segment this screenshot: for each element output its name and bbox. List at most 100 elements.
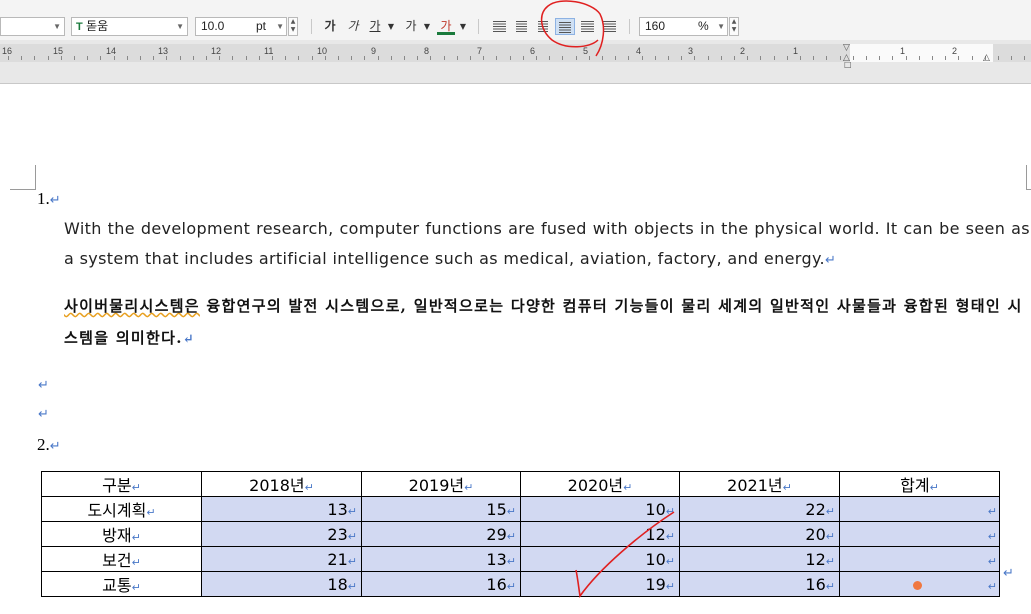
ruler-tick	[998, 56, 999, 60]
right-indent-marker[interactable]: △	[983, 53, 990, 63]
ruler-tick	[391, 56, 392, 60]
empty-paragraph[interactable]: ↵	[38, 378, 49, 393]
first-line-indent-marker[interactable]: ▽	[843, 43, 850, 53]
table-header-cell[interactable]: 2021년↵	[679, 471, 840, 497]
spellcheck-underlined-word[interactable]: 사이버물리시스템은	[64, 297, 200, 315]
ruler-number: 2	[740, 46, 746, 56]
ruler-tick	[140, 56, 141, 60]
ruler-number: 7	[477, 46, 483, 56]
table-header-cell[interactable]: 2018년↵	[201, 471, 362, 497]
row-label-cell[interactable]: 교통↵	[41, 571, 202, 597]
value-cell[interactable]: 10↵	[520, 496, 680, 522]
row-label-cell[interactable]: 방재↵	[41, 521, 202, 547]
zoom-input[interactable]: 160 % ▼	[639, 17, 728, 36]
row-label-cell[interactable]: 보건↵	[41, 546, 202, 572]
value-cell[interactable]: 15↵	[361, 496, 521, 522]
header-text: 구분	[102, 476, 132, 495]
cell-mark: ↵	[506, 529, 516, 543]
chevron-down-icon: ▼	[53, 22, 61, 31]
align-right-icon	[559, 22, 571, 33]
ruler-tick	[34, 56, 35, 60]
chevron-down-icon[interactable]: ▼	[421, 18, 433, 35]
ruler-tick	[589, 56, 590, 60]
total-cell[interactable]: ↵	[839, 521, 1000, 547]
cell-mark: ↵	[131, 581, 141, 594]
empty-paragraph[interactable]: ↵	[38, 407, 49, 422]
value-cell[interactable]: 22↵	[679, 496, 840, 522]
table-header-cell[interactable]: 2020년↵	[520, 471, 680, 497]
distribute-button[interactable]	[577, 18, 597, 35]
align-center-button[interactable]	[533, 18, 553, 35]
align-left-button[interactable]	[511, 18, 531, 35]
table-header-cell[interactable]: 합계↵	[839, 471, 1000, 497]
horizontal-ruler[interactable]: 16 15 14 13 12 11 10 9 8 7 6 5 4 3 2 1 1 2 ▽ △ □ △	[0, 40, 1031, 84]
bold-button[interactable]: 가	[321, 18, 339, 35]
value-cell[interactable]: 20↵	[679, 521, 840, 547]
value-cell[interactable]: 13↵	[361, 546, 521, 572]
value-cell[interactable]: 29↵	[361, 521, 521, 547]
style-select[interactable]: ▼	[0, 17, 65, 36]
font-color-button[interactable]: 가	[437, 18, 455, 35]
ruler-number: 10	[317, 46, 328, 56]
row-label: 도시계획	[87, 501, 147, 520]
ruler-tick	[800, 56, 801, 60]
align-justify-button[interactable]	[489, 18, 509, 35]
value-cell[interactable]: 12↵	[679, 546, 840, 572]
zoom-stepper[interactable]: ▲ ▼	[729, 17, 739, 36]
value-cell[interactable]: 18↵	[201, 571, 362, 597]
value-cell[interactable]: 16↵	[361, 571, 521, 597]
total-cell[interactable]: ↵	[839, 546, 1000, 572]
ruler-tick	[457, 56, 458, 60]
indent-square-marker[interactable]: □	[844, 60, 852, 69]
ruler-tick	[298, 56, 299, 60]
value-cell[interactable]: 23↵	[201, 521, 362, 547]
ruler-number: 3	[688, 46, 694, 56]
ruler-tick	[430, 56, 431, 60]
cell-value: 10	[645, 499, 666, 519]
chevron-down-icon[interactable]: ▼	[457, 18, 469, 35]
list-number-text: 2.	[37, 435, 50, 454]
value-cell[interactable]: 21↵	[201, 546, 362, 572]
cell-mark: ↵	[131, 481, 141, 494]
total-cell[interactable]: ↵	[839, 496, 1000, 522]
italic-button[interactable]: 가	[344, 18, 362, 35]
chevron-down-icon: ▼	[176, 22, 184, 31]
korean-paragraph[interactable]: 사이버물리시스템은 융합연구의 발전 시스템으로, 일반적으로는 다양한 컴퓨터…	[64, 290, 1030, 356]
ruler-number: 15	[53, 46, 64, 56]
value-cell[interactable]: 12↵	[520, 521, 680, 547]
ruler-tick	[259, 56, 260, 60]
data-table[interactable]: 구분↵ 2018년↵ 2019년↵ 2020년↵ 2021년↵ 합계↵ 도시계획…	[41, 471, 1000, 597]
table-row: 보건↵ 21↵ 13↵ 10↵ 12↵ ↵	[41, 546, 1000, 572]
table-header-cell[interactable]: 2019년↵	[361, 471, 521, 497]
cell-mark: ↵	[825, 504, 835, 518]
value-cell[interactable]: 10↵	[520, 546, 680, 572]
ruler-tick	[760, 56, 761, 60]
ruler-tick	[1024, 56, 1025, 60]
underline-button[interactable]: 가	[366, 18, 384, 35]
align-right-button[interactable]	[555, 18, 575, 35]
ruler-tick	[958, 56, 959, 60]
row-label-cell[interactable]: 도시계획↵	[41, 496, 202, 522]
ruler-tick	[972, 56, 973, 60]
font-name-select[interactable]: T 돋움 ▼	[71, 17, 188, 36]
ruler-tick	[866, 56, 867, 60]
ruler-number: 16	[2, 46, 13, 56]
value-cell[interactable]: 19↵	[520, 571, 680, 597]
distribute-icon	[580, 21, 594, 32]
ruler-tick	[338, 56, 339, 60]
strikethrough-button[interactable]: 가	[402, 18, 420, 35]
chevron-down-icon[interactable]: ▼	[385, 18, 397, 35]
value-cell[interactable]: 16↵	[679, 571, 840, 597]
table-header-cell[interactable]: 구분↵	[41, 471, 202, 497]
ruler-number: 1	[900, 46, 906, 56]
cell-mark: ↵	[825, 529, 835, 543]
english-paragraph[interactable]: With the development research, computer …	[64, 214, 1030, 276]
ruler-tick	[681, 56, 682, 60]
ruler-tick	[655, 56, 656, 60]
total-cell[interactable]: ↵	[839, 571, 1000, 597]
font-size-stepper[interactable]: ▲ ▼	[288, 17, 298, 36]
split-align-button[interactable]	[599, 18, 619, 35]
ruler-tick	[721, 56, 722, 60]
value-cell[interactable]: 13↵	[201, 496, 362, 522]
font-size-input[interactable]: 10.0 pt ▼	[195, 17, 287, 36]
